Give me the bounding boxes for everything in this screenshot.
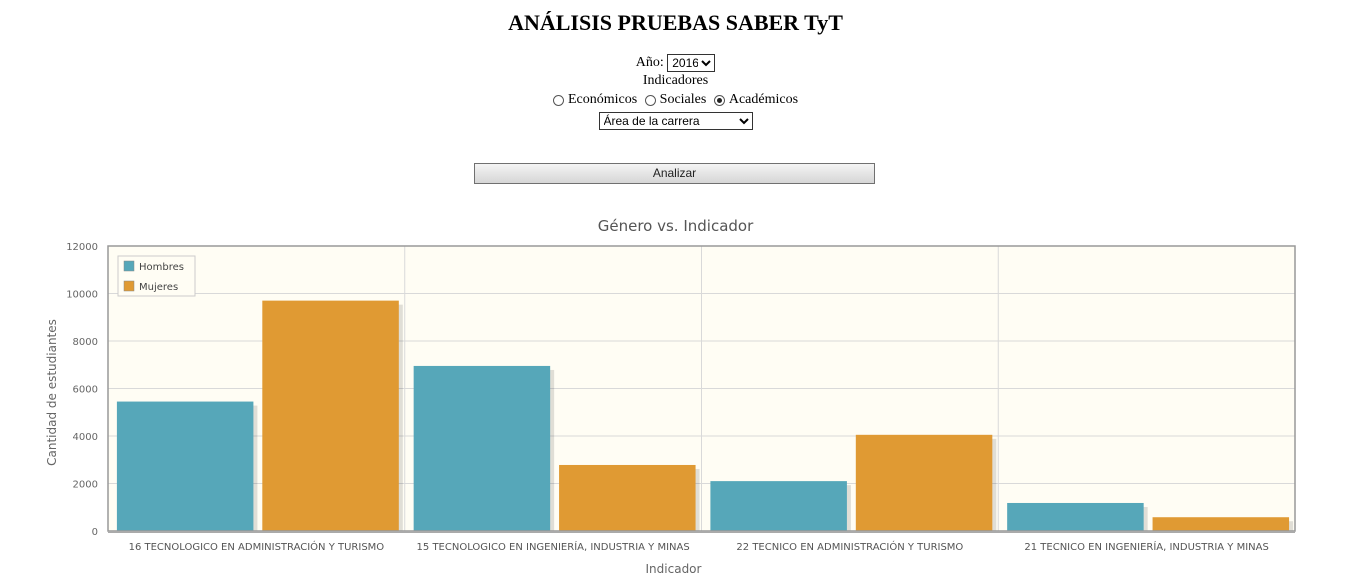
legend-swatch <box>123 260 135 272</box>
bar-hombres <box>116 401 254 531</box>
bar-mujeres <box>1152 517 1290 531</box>
x-tick-label: 22 TECNICO EN ADMINISTRACIÓN Y TURISMO <box>736 540 963 553</box>
x-axis-label: Indicador <box>646 562 702 576</box>
y-tick-label: 6000 <box>73 385 98 396</box>
bar-mujeres <box>559 464 696 531</box>
legend-label: Hombres <box>139 262 184 273</box>
bar-mujeres <box>855 434 993 531</box>
y-tick-label: 12000 <box>66 242 98 253</box>
y-tick-label: 4000 <box>73 432 98 443</box>
x-tick-label: 21 TECNICO EN INGENIERÍA, INDUSTRIA Y MI… <box>1024 540 1268 553</box>
y-tick-label: 2000 <box>73 480 98 491</box>
bar-hombres <box>413 365 551 531</box>
y-tick-label: 8000 <box>73 337 98 348</box>
bar-hombres <box>1007 502 1144 531</box>
legend-label: Mujeres <box>139 282 178 293</box>
bar-mujeres <box>262 300 399 531</box>
y-tick-label: 10000 <box>66 290 98 301</box>
bar-hombres <box>710 481 847 531</box>
x-tick-label: 15 TECNOLOGICO EN INGENIERÍA, INDUSTRIA … <box>417 540 690 553</box>
bar-chart: 0 2000 4000 6000 8000 10000 12000 16 TECNOLOGIC… <box>45 242 1296 576</box>
x-tick-label: 16 TECNOLOGICO EN ADMINISTRACIÓN Y TURIS… <box>129 540 385 553</box>
y-tick-label: 0 <box>92 527 98 538</box>
y-axis-label: Cantidad de estudiantes <box>45 319 59 466</box>
legend-swatch <box>123 280 135 292</box>
